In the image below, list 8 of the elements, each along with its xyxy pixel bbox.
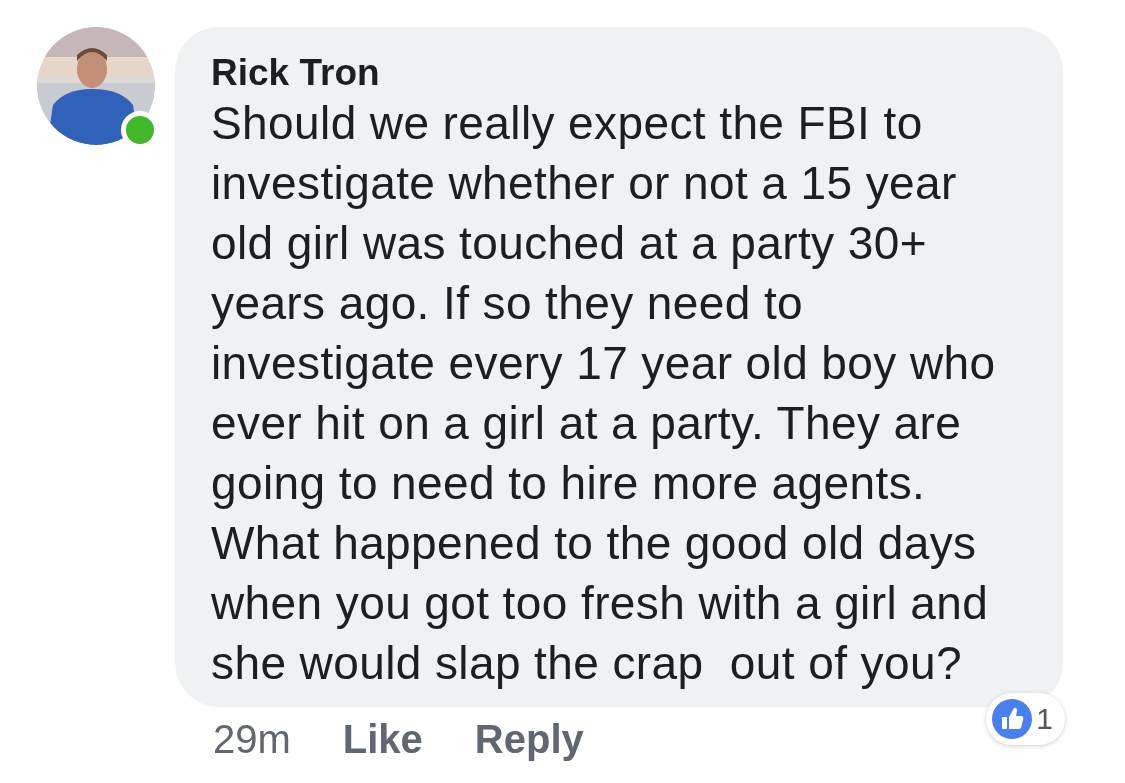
action-link[interactable]: Reply xyxy=(474,717,584,762)
thumbs-up-icon xyxy=(992,699,1033,739)
comment-text: Should we really expect the FBI to investigate whether or not a 15 year old girl was touched at a party 30+ years ago. If so they need to investigate every 17 year old boy who ever hit on a girl at a party. They are going to need to hire more agents. What happened to the good old days when you got too fresh with a girl and she would slap the crap out of you? xyxy=(211,96,997,691)
reaction-count: 1 xyxy=(1036,702,1053,736)
author-name[interactable]: Rick Tron xyxy=(211,53,1033,93)
action-link[interactable]: Like xyxy=(342,717,423,762)
timestamp: 29m xyxy=(213,717,291,762)
reaction-badge[interactable]: 1 xyxy=(986,693,1065,745)
